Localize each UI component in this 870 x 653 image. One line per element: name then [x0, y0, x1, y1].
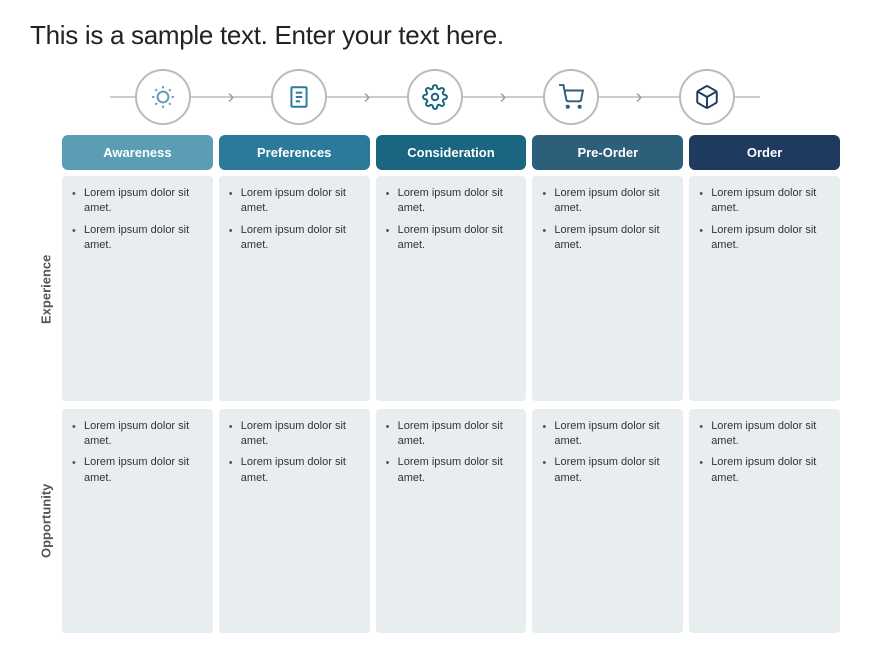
cell-experience-consideration: Lorem ipsum dolor sit amet. Lorem ipsum … — [376, 176, 527, 401]
row-labels: Experience Opportunity — [30, 177, 62, 633]
timeline-circle-order — [679, 69, 735, 125]
cell-opportunity-preorder: Lorem ipsum dolor sit amet. Lorem ipsum … — [532, 409, 683, 634]
timeline-step-consideration — [382, 69, 488, 125]
col-header-consideration: Consideration — [376, 135, 527, 170]
timeline-circle-preferences — [271, 69, 327, 125]
data-row-experience: Lorem ipsum dolor sit amet. Lorem ipsum … — [62, 176, 840, 401]
timeline-step-awareness — [110, 69, 216, 125]
page: This is a sample text. Enter your text h… — [0, 0, 870, 653]
arrow-4 — [624, 86, 654, 109]
cell-opportunity-preferences: Lorem ipsum dolor sit amet. Lorem ipsum … — [219, 409, 370, 634]
cell-opportunity-awareness: Lorem ipsum dolor sit amet. Lorem ipsum … — [62, 409, 213, 634]
timeline-step-preorder — [518, 69, 624, 125]
cell-experience-preferences: Lorem ipsum dolor sit amet. Lorem ipsum … — [219, 176, 370, 401]
col-header-order: Order — [689, 135, 840, 170]
timeline-step-order — [654, 69, 760, 125]
col-header-preorder: Pre-Order — [532, 135, 683, 170]
page-title: This is a sample text. Enter your text h… — [30, 20, 840, 51]
arrow-3 — [488, 86, 518, 109]
table-wrapper: Experience Opportunity Awareness Prefere… — [30, 135, 840, 633]
data-row-opportunity: Lorem ipsum dolor sit amet. Lorem ipsum … — [62, 409, 840, 634]
cell-opportunity-consideration: Lorem ipsum dolor sit amet. Lorem ipsum … — [376, 409, 527, 634]
timeline — [30, 69, 840, 125]
row-label-experience: Experience — [30, 177, 62, 401]
timeline-circle-awareness — [135, 69, 191, 125]
col-headers: Awareness Preferences Consideration Pre-… — [62, 135, 840, 170]
cell-experience-preorder: Lorem ipsum dolor sit amet. Lorem ipsum … — [532, 176, 683, 401]
cell-experience-order: Lorem ipsum dolor sit amet. Lorem ipsum … — [689, 176, 840, 401]
col-header-preferences: Preferences — [219, 135, 370, 170]
cell-opportunity-order: Lorem ipsum dolor sit amet. Lorem ipsum … — [689, 409, 840, 634]
arrow-2 — [352, 86, 382, 109]
timeline-circle-consideration — [407, 69, 463, 125]
col-header-awareness: Awareness — [62, 135, 213, 170]
rows-area: Lorem ipsum dolor sit amet. Lorem ipsum … — [62, 176, 840, 633]
cell-experience-awareness: Lorem ipsum dolor sit amet. Lorem ipsum … — [62, 176, 213, 401]
row-label-opportunity: Opportunity — [30, 409, 62, 633]
timeline-step-preferences — [246, 69, 352, 125]
table-main: Awareness Preferences Consideration Pre-… — [62, 135, 840, 633]
timeline-circle-preorder — [543, 69, 599, 125]
arrow-1 — [216, 86, 246, 109]
